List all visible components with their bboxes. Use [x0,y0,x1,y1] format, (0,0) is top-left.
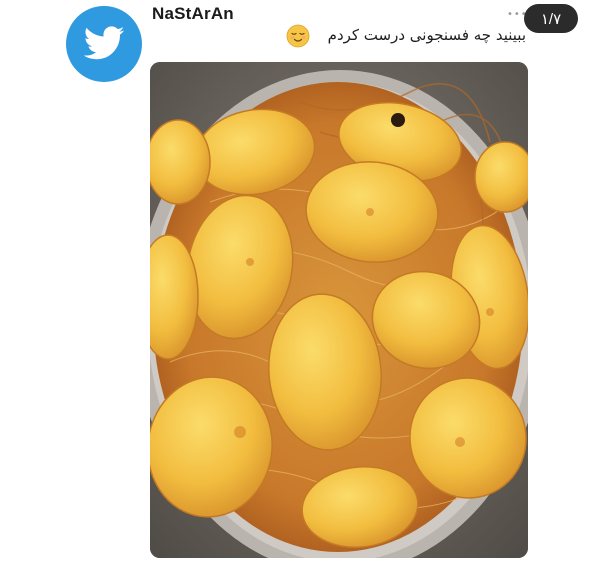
avatar[interactable] [66,6,142,82]
twitter-bird-icon [83,26,125,60]
tahdig-dish-photo[interactable] [150,62,528,558]
image-counter-badge: ۱/۷ [524,4,578,33]
relieved-face-icon [286,24,310,48]
username[interactable]: NaStArAn [152,4,234,24]
tweet-text: ببینید چه فسنجونی درست کردم [327,26,526,44]
